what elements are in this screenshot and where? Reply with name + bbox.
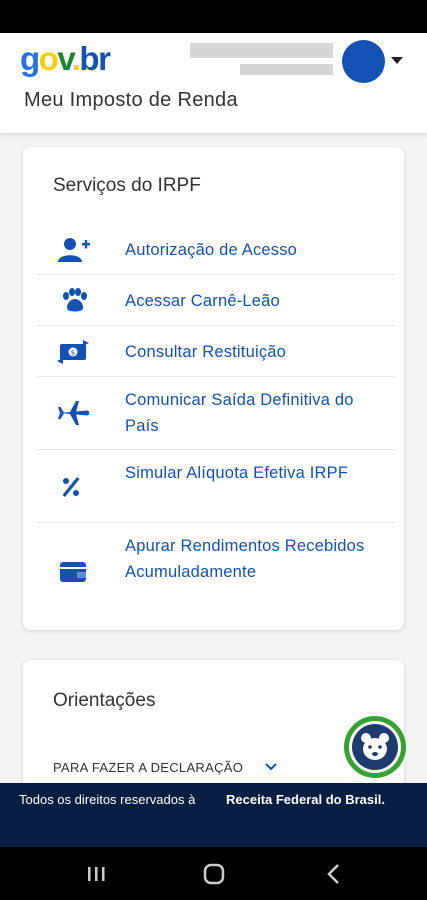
user-id-redacted bbox=[240, 64, 333, 75]
orientations-title: Orientações bbox=[53, 690, 156, 711]
services-title: Serviços do IRPF bbox=[53, 175, 201, 196]
wallet-icon bbox=[57, 559, 91, 585]
footer-organization: Receita Federal do Brasil. bbox=[226, 792, 385, 807]
android-nav-bar bbox=[0, 847, 427, 900]
service-item-refund[interactable]: $ Consultar Restituição bbox=[37, 326, 395, 377]
user-add-icon bbox=[57, 237, 91, 263]
chevron-down-icon[interactable] bbox=[391, 57, 403, 64]
svg-text:$: $ bbox=[71, 349, 75, 357]
home-icon[interactable] bbox=[200, 861, 228, 887]
service-item-effective-rate[interactable]: Simular Alíquota Efetiva IRPF bbox=[37, 450, 395, 523]
app-header: gov.br Meu Imposto de Renda bbox=[0, 33, 427, 133]
orientations-card: Orientações PARA FAZER A DECLARAÇÃO bbox=[23, 660, 404, 800]
airplane-icon bbox=[57, 400, 91, 426]
user-name-redacted bbox=[190, 43, 333, 58]
declaration-guidance-link[interactable]: PARA FAZER A DECLARAÇÃO bbox=[53, 760, 243, 775]
footer-rights-text: Todos os direitos reservados à bbox=[19, 792, 196, 807]
virtual-assistant-button[interactable] bbox=[344, 716, 406, 778]
money-exchange-icon: $ bbox=[57, 339, 91, 365]
services-card: Serviços do IRPF Autorização de Acesso A… bbox=[23, 147, 404, 630]
avatar[interactable] bbox=[342, 40, 385, 83]
percent-icon bbox=[57, 474, 91, 500]
paw-icon bbox=[57, 288, 91, 314]
footer: Todos os direitos reservados à Receita F… bbox=[0, 783, 427, 847]
lion-mascot-icon bbox=[352, 724, 398, 770]
back-icon[interactable] bbox=[320, 861, 348, 887]
service-item-carne-leao[interactable]: Acessar Carnê-Leão bbox=[37, 275, 395, 326]
chevron-down-icon[interactable] bbox=[265, 762, 277, 772]
service-item-accumulated-income[interactable]: Apurar Rendimentos Recebidos Acumuladame… bbox=[37, 523, 395, 621]
service-item-definitive-exit[interactable]: Comunicar Saída Definitiva do País bbox=[37, 377, 395, 450]
service-item-access-authorization[interactable]: Autorização de Acesso bbox=[37, 224, 395, 275]
recent-apps-icon[interactable] bbox=[82, 861, 110, 887]
page-title: Meu Imposto de Renda bbox=[24, 89, 238, 111]
status-bar bbox=[0, 0, 427, 33]
govbr-logo[interactable]: gov.br bbox=[20, 39, 111, 79]
